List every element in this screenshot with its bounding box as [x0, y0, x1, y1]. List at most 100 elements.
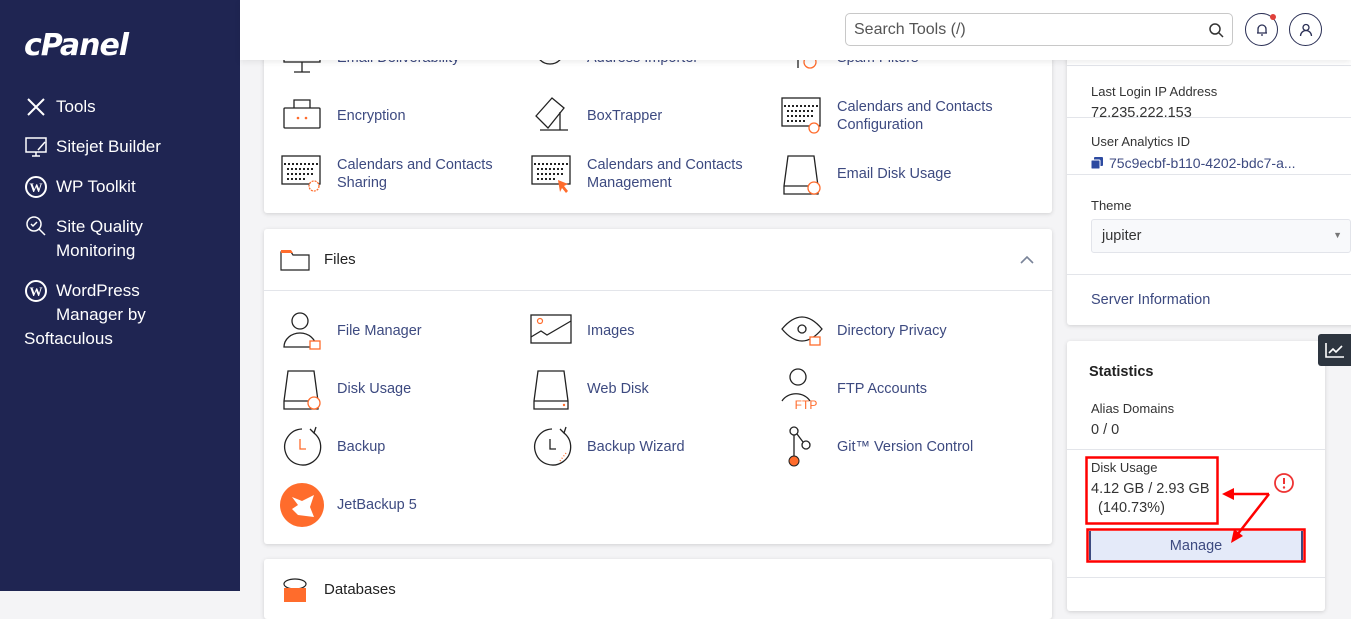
notifications-button[interactable] [1245, 13, 1278, 46]
copy-icon[interactable] [1091, 157, 1103, 169]
sidebar-item-label: WordPress Manager by [56, 281, 146, 324]
cpanel-logo[interactable]: cPanel [24, 28, 129, 63]
disk-usage-value: 4.12 GB / 2.93 GB [1091, 481, 1210, 497]
databases-section-header[interactable]: Databases [264, 559, 1052, 619]
theme-select[interactable]: jupiter ▼ [1091, 219, 1351, 253]
svg-text:W: W [30, 284, 43, 299]
wordpress-icon: W [25, 280, 47, 302]
databases-section: Databases [264, 559, 1052, 619]
sidebar-item-label: Sitejet Builder [56, 137, 161, 156]
sidebar-item-sitejet[interactable]: Sitejet Builder [24, 135, 161, 159]
statistics-title: Statistics [1089, 364, 1154, 380]
sidebar-item-tools[interactable]: Tools [24, 95, 96, 119]
theme-value: jupiter [1102, 228, 1142, 244]
bell-icon [1256, 23, 1267, 36]
sidebar-item-label: WP Toolkit [56, 177, 136, 196]
search-input[interactable] [854, 20, 1208, 39]
tool-label: FTP Accounts [837, 381, 927, 397]
folder-icon [280, 249, 310, 271]
last-login-row: Last Login IP Address 72.235.222.153 [1067, 66, 1351, 121]
sidebar-item-label-cont[interactable]: Softaculous [24, 327, 113, 351]
svg-text:W: W [30, 180, 43, 195]
eye-folder-icon [781, 316, 823, 346]
tool-encryption[interactable]: Encryption [280, 91, 530, 141]
tool-images[interactable]: Images [530, 306, 780, 356]
tool-label: File Manager [337, 323, 422, 339]
tool-label: Calendars and Contacts Management [587, 157, 743, 191]
disk-pie-icon [783, 155, 821, 195]
jetbackup-icon [280, 483, 324, 527]
magnifier-check-icon [26, 216, 46, 236]
monitor-pen-icon [25, 137, 47, 157]
notification-dot [1270, 14, 1276, 20]
tool-calendars-and-contacts-sharing[interactable]: Calendars and Contacts Sharing [280, 149, 530, 199]
files-section: Files File Manager Images Directory Privac… [264, 229, 1052, 544]
tools-icon [27, 98, 45, 116]
disk-pie-icon [283, 370, 321, 410]
tool-disk-usage[interactable]: Disk Usage [280, 364, 530, 414]
tool-label: Images [587, 323, 635, 339]
tool-label: Encryption [337, 108, 406, 124]
chart-toggle-button[interactable] [1318, 334, 1351, 366]
user-icon [1299, 23, 1312, 36]
tool-backup-wizard[interactable]: Backup Wizard [530, 422, 780, 472]
trend-chart-icon [1324, 343, 1344, 358]
files-section-header[interactable]: Files [264, 229, 1052, 291]
tool-boxtrapper[interactable]: BoxTrapper [530, 91, 780, 141]
calendar-at-icon [781, 97, 821, 134]
analytics-id[interactable]: 75c9ecbf-b110-4202-bdc7-a... [1109, 155, 1296, 171]
tool-backup[interactable]: Backup [280, 422, 530, 472]
tool-label: Git™ Version Control [837, 439, 974, 455]
clock-arrow-icon [284, 426, 322, 466]
tool-file-manager[interactable]: File Manager [280, 306, 530, 356]
clock-wand-icon [534, 426, 572, 466]
wordpress-icon: W [25, 176, 47, 198]
alias-domains-row: Alias Domains 0 / 0 [1067, 391, 1325, 450]
tool-label: Calendars and Contacts Configuration [837, 99, 993, 133]
tool-jetbackup-5[interactable]: JetBackup 5 [280, 480, 530, 530]
sidebar-item-wp[interactable]: W WP Toolkit [24, 175, 136, 199]
search-icon[interactable] [1208, 22, 1224, 38]
databases-section-title: Databases [324, 580, 396, 598]
calendar-gear-icon [281, 155, 321, 192]
database-icon [283, 578, 307, 602]
git-icon [788, 426, 811, 467]
tool-label: Calendars and Contacts Sharing [337, 157, 493, 191]
user-ftp-icon: FTP [781, 368, 818, 412]
user-folder-icon [283, 312, 321, 350]
sidebar: cPanel Tools Sitejet Builder W WP Toolkit Si… [0, 0, 240, 591]
svg-text:FTP: FTP [795, 398, 818, 411]
tool-label: JetBackup 5 [337, 497, 417, 513]
tool-label: Backup Wizard [587, 439, 685, 455]
sidebar-item-label: Site Quality Monitoring [56, 217, 143, 260]
sidebar-item-label: Tools [56, 97, 96, 116]
files-section-title: Files [324, 251, 356, 268]
tool-label: Email Disk Usage [837, 166, 952, 182]
server-information-link[interactable]: Server Information [1067, 275, 1351, 325]
chevron-up-icon[interactable] [1020, 255, 1034, 264]
tool-calendars-and-contacts-management[interactable]: Calendars and Contacts Management [530, 149, 780, 199]
box-trap-icon [535, 97, 568, 131]
tool-git-version-control[interactable]: Git™ Version Control [780, 422, 1030, 472]
calendar-cursor-icon [531, 155, 571, 193]
user-menu-button[interactable] [1289, 13, 1322, 46]
tool-label: Web Disk [587, 381, 649, 397]
caret-down-icon: ▼ [1333, 230, 1342, 240]
tool-label: BoxTrapper [587, 108, 663, 124]
tool-web-disk[interactable]: Web Disk [530, 364, 780, 414]
tool-label: Backup [337, 439, 386, 455]
tool-calendars-and-contacts-configuration[interactable]: Calendars and Contacts Configuration [780, 91, 1030, 141]
tool-email-disk-usage[interactable]: Email Disk Usage [780, 149, 1030, 199]
statistics-panel: Statistics Alias Domains 0 / 0 Disk Usag… [1067, 341, 1325, 611]
sidebar-item-site[interactable]: Site Quality Monitoring [24, 215, 143, 263]
sidebar-item-wordpress[interactable]: W WordPress Manager by [24, 279, 146, 327]
tool-ftp-accounts[interactable]: FTP FTP Accounts [780, 364, 1030, 414]
tool-label: Directory Privacy [837, 323, 947, 339]
tool-directory-privacy[interactable]: Directory Privacy [780, 306, 1030, 356]
theme-row: Theme jupiter ▼ [1067, 175, 1351, 275]
tool-label: Disk Usage [337, 381, 412, 397]
top-header [240, 0, 1351, 60]
lock-icon [283, 99, 321, 129]
search-box [845, 13, 1233, 46]
manage-disk-button[interactable]: Manage [1089, 531, 1303, 560]
